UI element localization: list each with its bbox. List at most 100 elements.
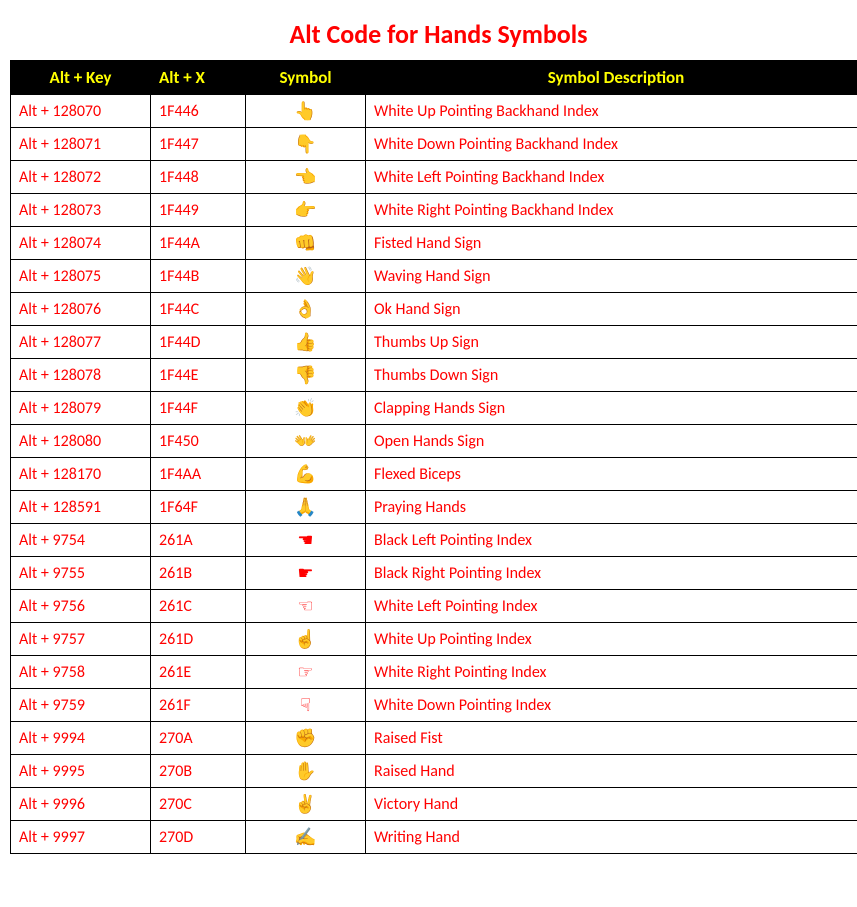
cell-altkey: Alt + 128077: [11, 326, 151, 359]
cell-altx: 1F64F: [151, 491, 246, 524]
cell-symbol: 👌: [246, 293, 366, 326]
cell-altkey: Alt + 128074: [11, 227, 151, 260]
cell-symbol: ☚: [246, 524, 366, 557]
cell-altkey: Alt + 9757: [11, 623, 151, 656]
cell-symbol: ☛: [246, 557, 366, 590]
cell-altx: 1F44F: [151, 392, 246, 425]
cell-altkey: Alt + 128075: [11, 260, 151, 293]
cell-altkey: Alt + 9997: [11, 821, 151, 854]
cell-altx: 261A: [151, 524, 246, 557]
cell-description: Victory Hand: [366, 788, 857, 821]
cell-altx: 1F4AA: [151, 458, 246, 491]
cell-altkey: Alt + 9758: [11, 656, 151, 689]
table-row: Alt + 1280751F44B👋Waving Hand Sign: [11, 260, 857, 293]
table-row: Alt + 1280761F44C👌Ok Hand Sign: [11, 293, 857, 326]
cell-altkey: Alt + 128071: [11, 128, 151, 161]
cell-symbol: 👏: [246, 392, 366, 425]
cell-description: White Up Pointing Backhand Index: [366, 95, 857, 128]
cell-altx: 261E: [151, 656, 246, 689]
cell-description: Thumbs Down Sign: [366, 359, 857, 392]
cell-altkey: Alt + 9994: [11, 722, 151, 755]
cell-description: White Down Pointing Backhand Index: [366, 128, 857, 161]
cell-altkey: Alt + 128079: [11, 392, 151, 425]
cell-altkey: Alt + 128072: [11, 161, 151, 194]
cell-altx: 1F448: [151, 161, 246, 194]
cell-description: White Right Pointing Backhand Index: [366, 194, 857, 227]
table-row: Alt + 1280741F44A👊Fisted Hand Sign: [11, 227, 857, 260]
cell-description: Writing Hand: [366, 821, 857, 854]
table-row: Alt + 9997270D✍Writing Hand: [11, 821, 857, 854]
cell-altx: 1F44A: [151, 227, 246, 260]
cell-altx: 1F44E: [151, 359, 246, 392]
cell-altx: 1F44D: [151, 326, 246, 359]
cell-description: Thumbs Up Sign: [366, 326, 857, 359]
cell-altx: 261D: [151, 623, 246, 656]
cell-altx: 1F449: [151, 194, 246, 227]
cell-description: Black Left Pointing Index: [366, 524, 857, 557]
cell-description: White Up Pointing Index: [366, 623, 857, 656]
cell-symbol: ✍: [246, 821, 366, 854]
table-row: Alt + 1280701F446👆White Up Pointing Back…: [11, 95, 857, 128]
cell-altx: 270A: [151, 722, 246, 755]
cell-description: White Right Pointing Index: [366, 656, 857, 689]
cell-symbol: 👊: [246, 227, 366, 260]
cell-altx: 1F447: [151, 128, 246, 161]
cell-altkey: Alt + 128070: [11, 95, 151, 128]
page-title: Alt Code for Hands Symbols: [10, 18, 857, 50]
cell-description: Ok Hand Sign: [366, 293, 857, 326]
cell-symbol: 👆: [246, 95, 366, 128]
cell-symbol: ☞: [246, 656, 366, 689]
cell-altkey: Alt + 128080: [11, 425, 151, 458]
cell-symbol: ✌: [246, 788, 366, 821]
cell-description: Fisted Hand Sign: [366, 227, 857, 260]
table-row: Alt + 1280711F447👇White Down Pointing Ba…: [11, 128, 857, 161]
cell-altkey: Alt + 9759: [11, 689, 151, 722]
cell-description: White Left Pointing Index: [366, 590, 857, 623]
cell-altkey: Alt + 128170: [11, 458, 151, 491]
cell-altkey: Alt + 9996: [11, 788, 151, 821]
cell-altkey: Alt + 128073: [11, 194, 151, 227]
alt-code-table: Alt + Key Alt + X Symbol Symbol Descript…: [10, 60, 857, 854]
cell-description: Open Hands Sign: [366, 425, 857, 458]
cell-description: White Down Pointing Index: [366, 689, 857, 722]
cell-altx: 1F44C: [151, 293, 246, 326]
cell-altkey: Alt + 9756: [11, 590, 151, 623]
cell-symbol: ☜: [246, 590, 366, 623]
header-altkey: Alt + Key: [11, 61, 151, 95]
cell-symbol: 👉: [246, 194, 366, 227]
table-row: Alt + 9758261E☞White Right Pointing Inde…: [11, 656, 857, 689]
cell-symbol: ✊: [246, 722, 366, 755]
cell-altkey: Alt + 128078: [11, 359, 151, 392]
cell-altx: 1F450: [151, 425, 246, 458]
table-row: Alt + 1280731F449👉White Right Pointing B…: [11, 194, 857, 227]
cell-altkey: Alt + 9995: [11, 755, 151, 788]
cell-description: Raised Hand: [366, 755, 857, 788]
header-description: Symbol Description: [366, 61, 857, 95]
cell-altkey: Alt + 9754: [11, 524, 151, 557]
table-row: Alt + 1285911F64F🙏Praying Hands: [11, 491, 857, 524]
cell-symbol: 👋: [246, 260, 366, 293]
cell-symbol: ☝: [246, 623, 366, 656]
table-row: Alt + 9759261F☟White Down Pointing Index: [11, 689, 857, 722]
cell-description: Waving Hand Sign: [366, 260, 857, 293]
table-row: Alt + 9995270B✋Raised Hand: [11, 755, 857, 788]
cell-altkey: Alt + 128076: [11, 293, 151, 326]
cell-description: Raised Fist: [366, 722, 857, 755]
header-row: Alt + Key Alt + X Symbol Symbol Descript…: [11, 61, 857, 95]
cell-symbol: ✋: [246, 755, 366, 788]
cell-altx: 270D: [151, 821, 246, 854]
table-row: Alt + 1280781F44E👎Thumbs Down Sign: [11, 359, 857, 392]
cell-altx: 261C: [151, 590, 246, 623]
table-row: Alt + 9754261A☚Black Left Pointing Index: [11, 524, 857, 557]
cell-altx: 1F44B: [151, 260, 246, 293]
table-row: Alt + 1280721F448👈White Left Pointing Ba…: [11, 161, 857, 194]
table-row: Alt + 1280791F44F👏Clapping Hands Sign: [11, 392, 857, 425]
table-row: Alt + 1281701F4AA💪Flexed Biceps: [11, 458, 857, 491]
cell-description: White Left Pointing Backhand Index: [366, 161, 857, 194]
header-altx: Alt + X: [151, 61, 246, 95]
table-row: Alt + 1280771F44D👍Thumbs Up Sign: [11, 326, 857, 359]
cell-altx: 261B: [151, 557, 246, 590]
cell-altx: 270C: [151, 788, 246, 821]
cell-altkey: Alt + 9755: [11, 557, 151, 590]
cell-symbol: 👍: [246, 326, 366, 359]
